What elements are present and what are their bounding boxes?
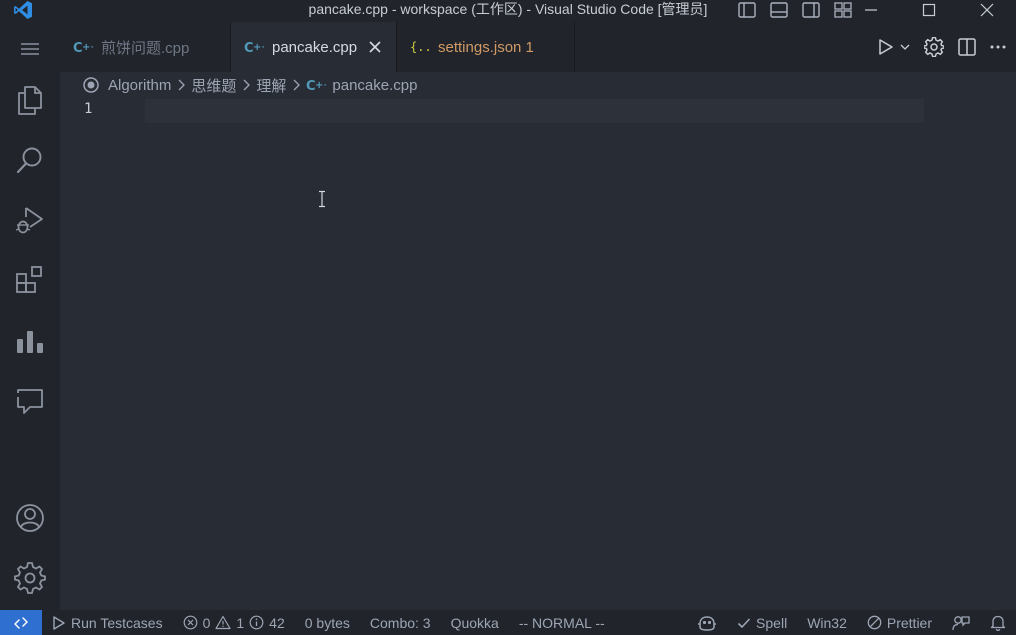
menu-icon[interactable]	[0, 25, 60, 73]
breadcrumb-item[interactable]: C++ pancake.cpp	[306, 77, 417, 94]
chevron-right-icon	[177, 79, 186, 91]
explorer-icon[interactable]	[0, 76, 60, 124]
line-number-gutter: 1	[60, 98, 130, 610]
toggle-secondary-sidebar-icon[interactable]	[798, 0, 824, 20]
code-editor[interactable]: 1	[60, 98, 1016, 610]
play-icon	[53, 615, 65, 630]
toggle-panel-icon[interactable]	[766, 0, 792, 20]
chevron-right-icon	[292, 79, 301, 91]
comments-icon[interactable]	[0, 377, 60, 425]
root-folder-icon	[83, 77, 99, 93]
tab-settings-json[interactable]: {..} settings.json 1	[397, 22, 575, 72]
run-debug-icon[interactable]	[0, 196, 60, 244]
svg-text:{..}: {..}	[410, 40, 430, 54]
maximize-icon[interactable]	[900, 0, 958, 20]
cpp-icon: C++	[73, 40, 93, 54]
svg-text:++: ++	[253, 42, 264, 53]
run-code-icon[interactable]	[878, 38, 910, 56]
cpp-icon: C++	[244, 40, 264, 54]
remote-indicator[interactable]	[0, 610, 42, 635]
info-icon	[249, 615, 264, 630]
platform-selector[interactable]: Win32	[797, 610, 857, 635]
chart-icon[interactable]	[0, 317, 60, 365]
close-tab-icon[interactable]	[369, 41, 381, 53]
tab-pancake-cpp[interactable]: C++ pancake.cpp	[231, 22, 397, 72]
layout-controls	[734, 0, 856, 20]
notifications-bell-icon[interactable]	[980, 610, 1016, 635]
tab-label: settings.json 1	[438, 38, 534, 56]
tab-label: 煎饼问题.cpp	[101, 39, 190, 57]
run-testcases-button[interactable]: Run Testcases	[42, 610, 173, 635]
chevron-right-icon	[242, 79, 251, 91]
feedback-icon[interactable]	[942, 610, 980, 635]
breadcrumb: Algorithm 思维题 理解 C++ pancake.cpp	[60, 72, 1016, 98]
check-icon	[737, 617, 751, 628]
editor-actions	[878, 22, 1006, 72]
search-icon[interactable]	[0, 136, 60, 184]
warning-icon	[215, 615, 231, 630]
editor-tabs: C++ 煎饼问题.cpp C++ pancake.cpp {..} settin…	[60, 22, 1016, 72]
problems-indicator[interactable]: 0 1 42	[173, 610, 295, 635]
svg-text:++: ++	[315, 80, 326, 91]
toggle-primary-sidebar-icon[interactable]	[734, 0, 760, 20]
title-bar: pancake.cpp - workspace (工作区) - Visual S…	[0, 0, 1016, 22]
tab-label: pancake.cpp	[272, 38, 358, 56]
breadcrumb-item[interactable]: Algorithm	[82, 76, 171, 94]
tab-jianbing-cpp[interactable]: C++ 煎饼问题.cpp	[60, 22, 231, 72]
cpp-icon: C++	[306, 79, 326, 92]
close-icon[interactable]	[958, 0, 1016, 20]
activity-bar	[0, 22, 60, 610]
extensions-icon[interactable]	[0, 256, 60, 304]
account-icon[interactable]	[0, 494, 60, 542]
prettier-button[interactable]: Prettier	[857, 610, 942, 635]
breadcrumb-item[interactable]: 思维题	[191, 75, 236, 96]
remote-icon	[14, 616, 28, 629]
combo-counter[interactable]: Combo: 3	[360, 610, 441, 635]
minimize-icon[interactable]	[842, 0, 900, 20]
file-size[interactable]: 0 bytes	[295, 610, 360, 635]
window-controls	[842, 0, 1016, 20]
chevron-down-icon[interactable]	[900, 43, 910, 51]
split-editor-icon[interactable]	[958, 38, 976, 56]
breadcrumb-item[interactable]: 理解	[256, 75, 286, 96]
error-icon	[183, 615, 197, 630]
spell-check-button[interactable]: Spell	[727, 610, 797, 635]
text-cursor-icon	[318, 190, 326, 213]
gear-icon[interactable]	[924, 37, 944, 57]
current-line-highlight	[145, 99, 924, 123]
settings-gear-icon[interactable]	[0, 554, 60, 602]
status-bar-right: Spell Win32 Prettier	[687, 610, 1016, 635]
vim-mode: -- NORMAL --	[518, 614, 605, 631]
svg-text:++: ++	[82, 42, 93, 53]
json-icon: {..}	[410, 40, 430, 54]
prohibited-icon	[867, 615, 882, 630]
status-bar: Run Testcases 0 1 42 0 bytes Combo: 3 Qu…	[0, 610, 1016, 635]
copilot-icon[interactable]	[687, 610, 727, 635]
quokka-button[interactable]: Quokka	[441, 610, 509, 635]
line-number: 1	[84, 101, 93, 117]
vscode-logo-icon[interactable]	[10, 0, 36, 20]
more-actions-icon[interactable]	[990, 45, 1006, 49]
